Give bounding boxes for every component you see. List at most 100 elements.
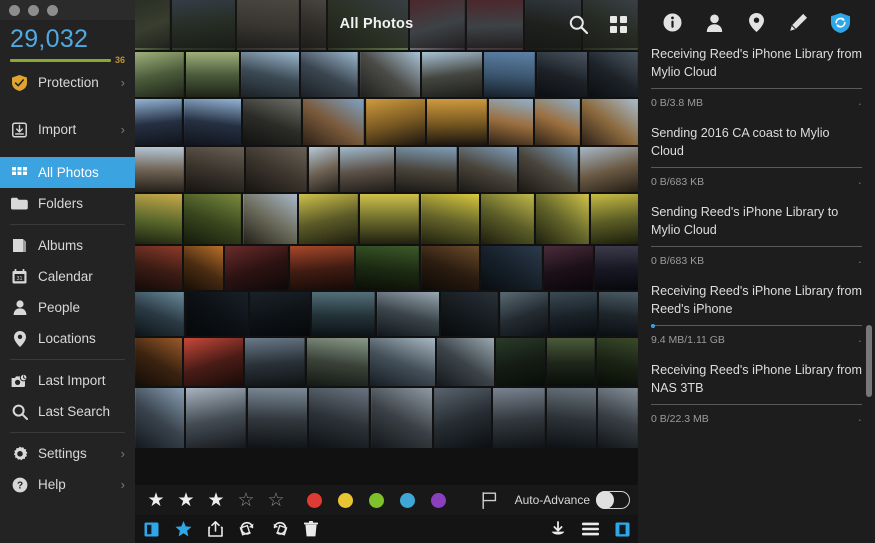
photo-thumbnail[interactable] — [242, 194, 298, 244]
flag-icon[interactable] — [482, 491, 497, 509]
star-4[interactable]: ☆ — [231, 491, 261, 510]
photo-thumbnail[interactable] — [441, 292, 498, 336]
list-menu-button[interactable] — [574, 515, 606, 543]
photo-thumbnail[interactable] — [299, 194, 359, 244]
sync-item-menu-icon[interactable]: · — [858, 176, 862, 189]
sidebar-item-albums[interactable]: Albums — [0, 230, 135, 261]
photo-thumbnail[interactable] — [422, 52, 483, 97]
photo-thumbnail[interactable] — [183, 194, 241, 244]
photo-thumbnail[interactable] — [458, 147, 518, 192]
photo-thumbnail[interactable] — [359, 52, 421, 97]
star-5[interactable]: ☆ — [261, 491, 291, 510]
rotate-right-button[interactable] — [263, 515, 295, 543]
photo-thumbnail[interactable] — [495, 338, 546, 386]
photo-thumbnail[interactable] — [481, 246, 543, 290]
sync-shield-icon[interactable] — [825, 8, 855, 38]
color-label-purple[interactable] — [431, 492, 446, 508]
photo-thumbnail[interactable] — [246, 147, 307, 192]
sync-item-list[interactable]: Receiving Reed's iPhone Library from Myl… — [638, 45, 875, 440]
photo-thumbnail[interactable] — [356, 246, 419, 290]
photo-thumbnail[interactable] — [183, 246, 224, 290]
minimize-icon[interactable] — [28, 4, 39, 16]
color-label-yellow[interactable] — [338, 492, 353, 508]
sidebar-item-last-search[interactable]: Last Search — [0, 396, 135, 427]
right-panel-toggle[interactable] — [606, 515, 638, 543]
sidebar-item-help[interactable]: ? Help › — [0, 469, 135, 500]
download-button[interactable] — [542, 515, 574, 543]
photo-thumbnail[interactable] — [312, 292, 375, 336]
sidebar-item-folders[interactable]: Folders — [0, 188, 135, 219]
photo-thumbnail[interactable] — [243, 99, 302, 145]
photo-thumbnail[interactable] — [301, 52, 358, 97]
photo-thumbnail[interactable] — [370, 388, 433, 448]
photo-thumbnail[interactable] — [184, 338, 244, 386]
search-icon[interactable] — [558, 0, 598, 48]
photo-thumbnail[interactable] — [427, 99, 487, 145]
photo-thumbnail[interactable] — [499, 292, 549, 336]
photo-thumbnail[interactable] — [360, 194, 419, 244]
auto-advance-control[interactable]: Auto-Advance — [515, 485, 630, 515]
color-label-blue[interactable] — [400, 492, 415, 508]
photo-thumbnail[interactable] — [550, 292, 598, 336]
photo-thumbnail[interactable] — [582, 99, 638, 145]
photo-thumbnail[interactable] — [185, 292, 249, 336]
photo-thumbnail[interactable] — [186, 388, 246, 448]
photo-thumbnail[interactable] — [365, 99, 426, 145]
photo-grid-area[interactable]: All Photos ★ ★ ★ ☆ ☆ Auto-Advance — [135, 0, 638, 543]
photo-thumbnail[interactable] — [536, 194, 590, 244]
photo-thumbnail[interactable] — [434, 388, 492, 448]
photo-thumbnail[interactable] — [135, 99, 182, 145]
photo-thumbnail[interactable] — [488, 99, 534, 145]
photo-thumbnail[interactable] — [241, 52, 300, 97]
photo-thumbnail[interactable] — [225, 246, 288, 290]
sidebar-item-calendar[interactable]: 31 Calendar — [0, 261, 135, 292]
photo-thumbnail[interactable] — [546, 388, 597, 448]
sync-item-menu-icon[interactable]: · — [858, 413, 862, 426]
sidebar-item-people[interactable]: People — [0, 292, 135, 323]
photo-thumbnail[interactable] — [596, 338, 638, 386]
sync-item-menu-icon[interactable]: · — [858, 97, 862, 110]
sidebar-item-protection[interactable]: Protection › — [0, 67, 135, 98]
photo-thumbnail[interactable] — [535, 99, 581, 145]
photo-thumbnail[interactable] — [185, 147, 245, 192]
photo-thumbnail[interactable] — [396, 147, 457, 192]
photo-thumbnail[interactable] — [135, 246, 182, 290]
window-controls[interactable] — [0, 0, 135, 20]
grid-view-icon[interactable] — [598, 0, 638, 48]
photo-thumbnail[interactable] — [185, 52, 240, 97]
zoom-icon[interactable] — [47, 4, 58, 16]
sidebar-item-import[interactable]: Import › — [0, 114, 135, 145]
photo-thumbnail[interactable] — [547, 338, 595, 386]
photo-thumbnail[interactable] — [308, 147, 338, 192]
photo-thumbnail[interactable] — [250, 292, 311, 336]
photo-thumbnail[interactable] — [594, 246, 638, 290]
photo-thumbnail[interactable] — [579, 147, 638, 192]
photo-thumbnail[interactable] — [519, 147, 578, 192]
photo-thumbnail[interactable] — [183, 99, 242, 145]
photo-thumbnail[interactable] — [484, 52, 535, 97]
left-panel-toggle[interactable] — [135, 515, 167, 543]
photo-thumbnail[interactable] — [309, 388, 369, 448]
sync-item-menu-icon[interactable]: · — [858, 255, 862, 268]
photo-thumbnail[interactable] — [481, 194, 535, 244]
photo-thumbnail[interactable] — [589, 52, 638, 97]
person-icon[interactable] — [700, 8, 730, 38]
photo-thumbnail[interactable] — [339, 147, 395, 192]
photo-thumbnail[interactable] — [135, 147, 184, 192]
photo-thumbnail[interactable] — [369, 338, 435, 386]
photo-thumbnail[interactable] — [135, 292, 184, 336]
photo-thumbnail[interactable] — [599, 292, 638, 336]
color-label-green[interactable] — [369, 492, 384, 508]
photo-thumbnail[interactable] — [536, 52, 588, 97]
photo-thumbnail[interactable] — [598, 388, 638, 448]
photo-thumbnail[interactable] — [420, 246, 480, 290]
photo-thumbnail[interactable] — [135, 388, 185, 448]
star-3[interactable]: ★ — [201, 491, 231, 510]
auto-advance-toggle[interactable] — [596, 491, 630, 509]
info-icon[interactable] — [658, 8, 688, 38]
sidebar-item-settings[interactable]: Settings › — [0, 438, 135, 469]
location-pin-icon[interactable] — [741, 8, 771, 38]
edit-pencil-icon[interactable] — [783, 8, 813, 38]
photo-thumbnail[interactable] — [591, 194, 638, 244]
photo-thumbnail[interactable] — [544, 246, 593, 290]
